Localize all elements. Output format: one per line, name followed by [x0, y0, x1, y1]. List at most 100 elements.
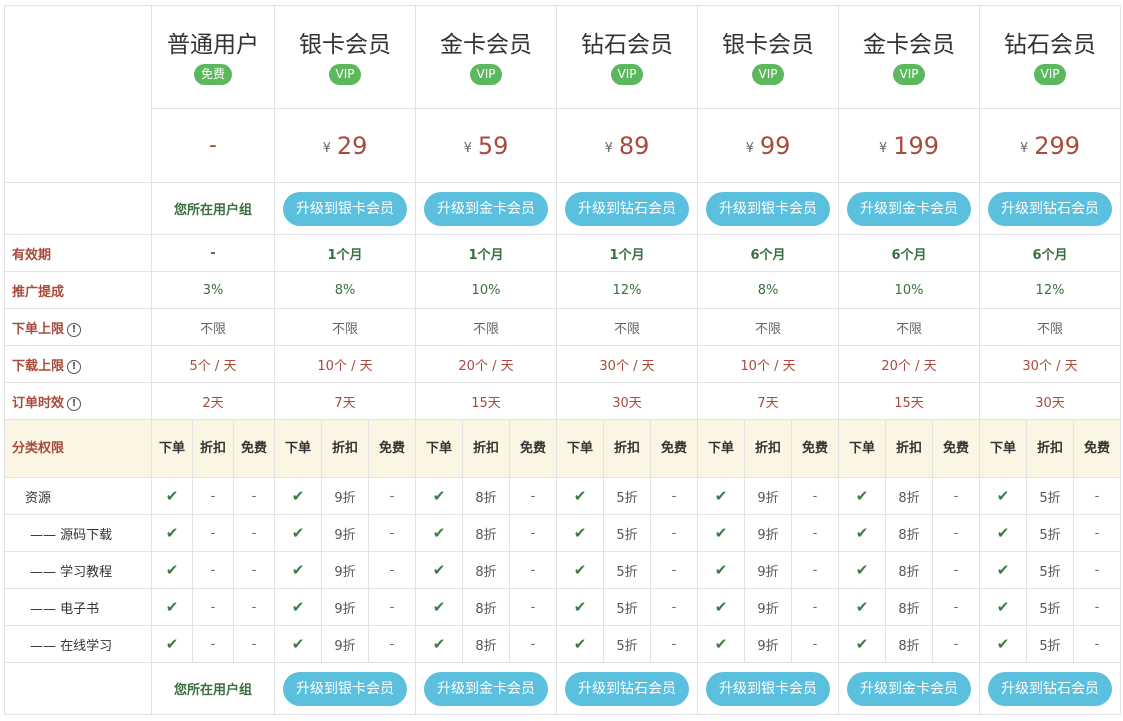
free-cell: -	[1073, 514, 1121, 552]
discount-value: 8折	[898, 564, 920, 580]
upgrade-button-silver-1m[interactable]: 升级到银卡会员	[283, 191, 407, 226]
discount-value: 5折	[1039, 564, 1061, 580]
check-icon: ✔	[432, 524, 446, 542]
plan-price: ¥89	[605, 132, 650, 160]
plan-cell-free: -	[151, 108, 275, 183]
discount-cell: 9折	[321, 477, 369, 515]
plan-cell-silver-6m: 不限	[697, 308, 839, 346]
info-circle-icon[interactable]: !	[67, 322, 82, 337]
plan-cell-gold-1m: 1个月	[415, 234, 557, 272]
plan-name-wrap: 钻石会员	[980, 31, 1120, 59]
none-mark: -	[530, 599, 536, 615]
none-mark: -	[530, 636, 536, 652]
row-value: -	[210, 245, 216, 261]
free-cell: -	[650, 551, 698, 589]
none-mark: -	[210, 525, 216, 541]
permission-header-diamond-6m: 下单	[979, 419, 1027, 478]
plan-cell-gold-1m: 不限	[415, 308, 557, 346]
plan-cell-silver-6m: 7天	[697, 382, 839, 420]
currency-symbol: ¥	[1019, 140, 1029, 156]
none-mark: -	[671, 525, 677, 541]
none-mark: -	[389, 525, 395, 541]
check-icon: ✔	[165, 561, 179, 579]
plan-cell-silver-1m: 10个 / 天	[274, 345, 416, 383]
upgrade-button-diamond-1m[interactable]: 升级到钻石会员	[565, 191, 689, 226]
info-circle-icon[interactable]: !	[67, 359, 82, 374]
upgrade-button-gold-1m[interactable]: 升级到金卡会员	[424, 671, 548, 706]
check-icon: ✔	[855, 598, 869, 616]
upgrade-button-diamond-6m[interactable]: 升级到钻石会员	[988, 671, 1112, 706]
check-icon: ✔	[432, 635, 446, 653]
plan-name: 普通用户	[167, 32, 259, 58]
check-icon: ✔	[855, 524, 869, 542]
discount-cell: 5折	[1026, 588, 1074, 626]
plan-name: 银卡会员	[299, 32, 391, 58]
discount-value: 9折	[757, 564, 779, 580]
permission-header: 折扣	[199, 440, 226, 456]
free-cell: -	[650, 514, 698, 552]
none-mark: -	[530, 562, 536, 578]
upgrade-button-gold-6m[interactable]: 升级到金卡会员	[847, 191, 971, 226]
none-mark: -	[953, 525, 959, 541]
upgrade-button-diamond-6m[interactable]: 升级到钻石会员	[988, 191, 1112, 226]
free-cell: -	[1073, 625, 1121, 663]
none-mark: -	[812, 636, 818, 652]
permission-header-diamond-6m: 免费	[1073, 419, 1121, 478]
upgrade-button-silver-6m[interactable]: 升级到银卡会员	[706, 191, 830, 226]
none-mark: -	[251, 562, 257, 578]
discount-cell: 8折	[885, 551, 933, 589]
free-cell: -	[650, 588, 698, 626]
upgrade-button-silver-1m[interactable]: 升级到银卡会员	[283, 671, 407, 706]
info-circle-icon[interactable]: !	[67, 396, 82, 411]
discount-value: 8折	[898, 638, 920, 654]
order-cell: ✔	[415, 625, 463, 663]
price-value: 199	[893, 131, 940, 160]
plan-cell-diamond-6m: 不限	[979, 308, 1121, 346]
permission-header: 折扣	[1036, 440, 1063, 456]
discount-value: 9折	[334, 564, 356, 580]
permission-header-silver-1m: 折扣	[321, 419, 369, 478]
check-icon: ✔	[714, 524, 728, 542]
plan-badge: VIP	[1033, 64, 1067, 85]
plan-price: -	[209, 133, 217, 158]
permission-header: 免费	[942, 440, 969, 456]
plan-cell-gold-1m: 10%	[415, 271, 557, 309]
permission-header: 免费	[519, 440, 546, 456]
plan-price: ¥199	[879, 132, 939, 160]
row-label-order_timeout: 订单时效!	[4, 382, 152, 420]
plan-badge: VIP	[892, 64, 926, 85]
category-label: —— 在线学习	[30, 638, 113, 654]
price-value: 89	[618, 131, 650, 160]
row-value: 1个月	[609, 247, 645, 263]
plan-name-wrap: 银卡会员	[698, 31, 838, 59]
check-icon: ✔	[996, 561, 1010, 579]
upgrade-button-gold-6m[interactable]: 升级到金卡会员	[847, 671, 971, 706]
plan-cell-gold-1m: ¥59	[415, 108, 557, 183]
discount-value: 5折	[616, 564, 638, 580]
free-cell: -	[509, 477, 557, 515]
row-value: 15天	[471, 395, 501, 411]
none-mark: -	[812, 488, 818, 504]
permission-header: 下单	[707, 440, 734, 456]
row-value: 6个月	[750, 247, 786, 263]
row-value: 7天	[757, 395, 779, 411]
upgrade-button-silver-6m[interactable]: 升级到银卡会员	[706, 671, 830, 706]
check-icon: ✔	[996, 635, 1010, 653]
plan-name: 金卡会员	[440, 32, 532, 58]
upgrade-button-diamond-1m[interactable]: 升级到钻石会员	[565, 671, 689, 706]
plan-cell-gold-6m: 10%	[838, 271, 980, 309]
discount-cell: -	[192, 551, 234, 589]
check-icon: ✔	[573, 524, 587, 542]
upgrade-button-gold-1m[interactable]: 升级到金卡会员	[424, 191, 548, 226]
free-cell: -	[1073, 477, 1121, 515]
plan-name: 钻石会员	[581, 32, 673, 58]
check-icon: ✔	[165, 487, 179, 505]
plan-cell-diamond-1m: 升级到钻石会员	[556, 662, 698, 715]
order-cell: ✔	[274, 588, 322, 626]
plan-badge-wrap: VIP	[839, 59, 979, 85]
permission-header: 免费	[378, 440, 405, 456]
none-mark: -	[671, 599, 677, 615]
plan-badge-wrap: VIP	[275, 59, 415, 85]
permission-header-gold-1m: 折扣	[462, 419, 510, 478]
category-label: —— 学习教程	[30, 564, 113, 580]
